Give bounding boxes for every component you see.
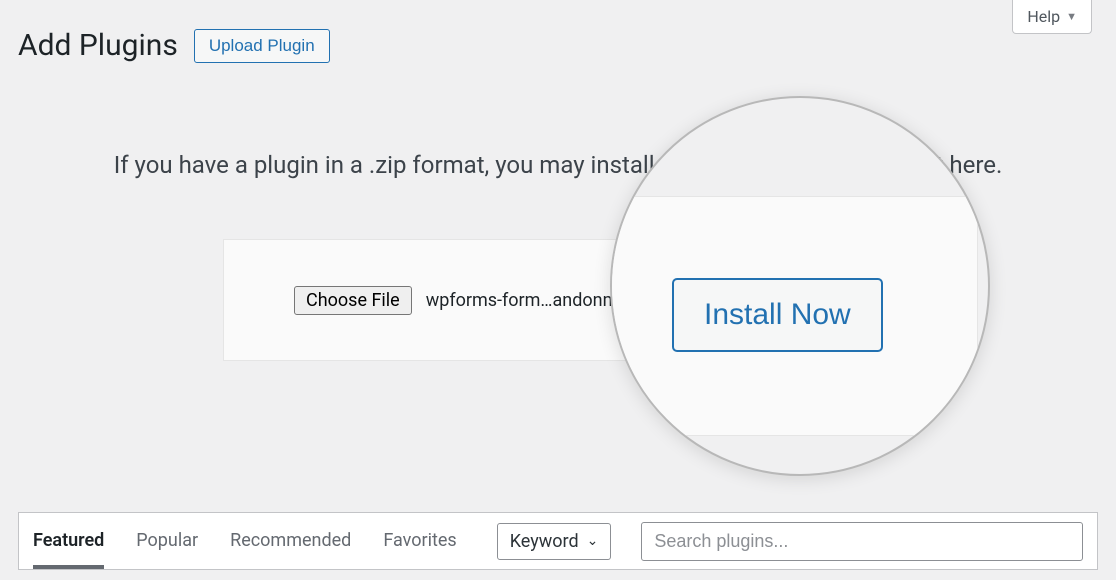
filter-bar: Featured Popular Recommended Favorites K… (18, 512, 1098, 570)
upload-plugin-button[interactable]: Upload Plugin (194, 29, 330, 63)
search-type-label: Keyword (510, 531, 579, 552)
zoom-highlight: Install Now (610, 96, 990, 476)
chevron-down-icon: ▼ (1066, 10, 1077, 23)
zoom-install-now-button[interactable]: Install Now (672, 278, 883, 352)
tab-favorites[interactable]: Favorites (383, 514, 456, 569)
filter-tabs: Featured Popular Recommended Favorites (33, 514, 457, 569)
tab-recommended[interactable]: Recommended (230, 514, 351, 569)
tab-featured[interactable]: Featured (33, 514, 104, 569)
page-title: Add Plugins (18, 28, 178, 63)
chevron-down-icon: ⌄ (587, 533, 599, 549)
search-input[interactable] (641, 522, 1083, 561)
page-header: Add Plugins Upload Plugin (0, 0, 1116, 63)
help-label: Help (1027, 7, 1060, 26)
choose-file-button[interactable]: Choose File (294, 286, 412, 315)
search-type-select[interactable]: Keyword ⌄ (497, 523, 612, 560)
tab-popular[interactable]: Popular (136, 514, 198, 569)
help-tab[interactable]: Help ▼ (1012, 0, 1092, 34)
